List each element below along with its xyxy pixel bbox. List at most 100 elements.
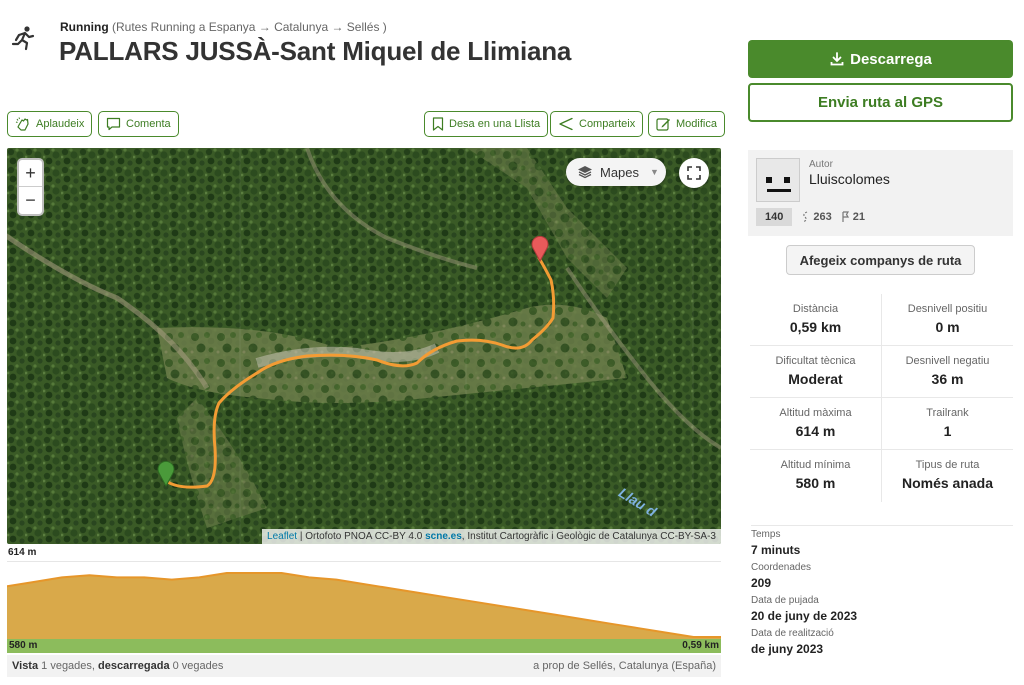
stat-label: Altitud mínima	[780, 459, 851, 471]
elevation-baseline	[7, 639, 721, 653]
breadcrumb[interactable]: (Rutes Running a Espanya → Catalunya → S…	[112, 20, 387, 34]
route-stats: Distància 0,59 km Desnivell positiu 0 m …	[750, 294, 1013, 502]
stat-value: 36 m	[931, 371, 964, 387]
views-stats: Vista 1 vegades, descarregada 0 vegades	[12, 660, 223, 672]
comment-button[interactable]: Comenta	[98, 111, 179, 137]
share-label: Comparteix	[579, 118, 636, 130]
stat-distance: Distància 0,59 km	[750, 294, 882, 345]
stat-max-altitude: Altitud màxima 614 m	[750, 398, 882, 449]
stat-label: Desnivell positiu	[907, 303, 988, 315]
author-name-link[interactable]: Lluiscolomes	[809, 171, 890, 187]
zoom-out-button[interactable]: −	[19, 187, 42, 214]
share-icon	[559, 117, 573, 131]
route-views-bar: Vista 1 vegades, descarregada 0 vegades …	[7, 655, 721, 677]
send-to-gps-button[interactable]: Envia ruta al GPS	[748, 83, 1013, 122]
recorded-date-label: Data de realització	[751, 628, 834, 639]
bookmark-icon	[432, 117, 444, 131]
attribution-text: | Ortofoto PNOA CC-BY 4.0	[297, 531, 426, 542]
author-rank-badge: 140	[756, 208, 793, 226]
layers-icon	[578, 166, 592, 179]
stat-value: Moderat	[788, 371, 843, 387]
elevation-min-label: 580 m	[9, 640, 38, 651]
add-companions-button[interactable]: Afegeix companys de ruta	[786, 245, 975, 275]
save-to-list-label: Desa en una Llista	[449, 118, 541, 130]
applaud-button[interactable]: Aplaudeix	[7, 111, 93, 137]
stat-value: 0 m	[935, 319, 960, 335]
applaud-label: Aplaudeix	[36, 118, 85, 130]
stat-label: Desnivell negatiu	[905, 355, 990, 367]
elevation-distance-label: 0,59 km	[682, 640, 719, 651]
flag-icon	[842, 211, 849, 222]
recorded-date-value: de juny 2023	[751, 642, 824, 656]
downloads-value: 0 vegades	[169, 660, 224, 672]
stat-elevation-gain: Desnivell positiu 0 m	[882, 294, 1013, 345]
stat-trailrank: Trailrank 1	[882, 398, 1013, 449]
route-details: Temps 7 minuts Coordenades 209 Data de p…	[751, 525, 1013, 661]
share-button[interactable]: Comparteix	[550, 111, 644, 137]
edit-button[interactable]: Modifica	[648, 111, 725, 137]
fullscreen-icon	[687, 166, 701, 180]
stat-label: Trailrank	[926, 407, 969, 419]
stat-elevation-loss: Desnivell negatiu 36 m	[882, 346, 1013, 397]
author-stats: 140 263 21	[756, 208, 865, 226]
fullscreen-button[interactable]	[679, 158, 709, 188]
stat-difficulty: Dificultat tècnica Moderat	[750, 346, 882, 397]
avatar[interactable]	[756, 158, 800, 202]
stat-label: Distància	[792, 303, 839, 315]
map-attribution: Leaflet | Ortofoto PNOA CC-BY 4.0 scne.e…	[262, 529, 721, 544]
stat-label: Dificultat tècnica	[775, 355, 856, 367]
clap-icon	[15, 117, 29, 131]
trail-icon	[803, 211, 808, 223]
map-layers-button[interactable]: Mapes ▼	[566, 158, 666, 186]
views-label: Vista	[12, 660, 39, 672]
end-marker-icon[interactable]	[531, 236, 549, 262]
stat-min-altitude: Altitud mínima 580 m	[750, 450, 882, 502]
edit-icon	[656, 118, 670, 131]
route-map[interactable]: Llau d + − Mapes ▼ Leaflet | Ortofoto PN…	[7, 148, 721, 544]
satellite-imagery	[7, 148, 721, 544]
start-marker-icon[interactable]	[157, 461, 175, 487]
author-trails[interactable]: 263	[800, 211, 832, 223]
author-followers[interactable]: 21	[840, 211, 865, 223]
running-icon	[11, 26, 35, 51]
stat-label: Altitud màxima	[779, 407, 852, 419]
location-text[interactable]: a prop de Sellés, Catalunya (España)	[533, 660, 716, 672]
zoom-in-button[interactable]: +	[19, 160, 42, 187]
stat-value: Només anada	[901, 475, 994, 491]
author-trails-count: 263	[813, 211, 832, 223]
page-title: PALLARS JUSSÀ-Sant Miquel de Llimiana	[59, 36, 572, 66]
coordinates-value: 209	[751, 576, 772, 590]
zoom-control: + −	[17, 158, 44, 216]
stat-value: 1	[943, 423, 952, 439]
author-card: Autor Lluiscolomes 140 263 21	[748, 150, 1013, 236]
elevation-profile-chart[interactable]	[7, 562, 721, 639]
attribution-text-rest: , Institut Cartogràfic i Geològic de Cat…	[461, 531, 716, 542]
download-label: Descarrega	[850, 50, 932, 68]
upload-date-label: Data de pujada	[751, 595, 819, 606]
divider	[751, 525, 1013, 526]
coordinates-label: Coordenades	[751, 562, 812, 573]
download-icon	[830, 52, 844, 66]
views-value: 1 vegades,	[38, 660, 99, 672]
elevation-max-label: 614 m	[8, 547, 37, 558]
time-value: 7 minuts	[751, 543, 801, 557]
stat-label: Tipus de ruta	[915, 459, 980, 471]
downloads-label: descarregada	[98, 660, 170, 672]
edit-label: Modifica	[676, 118, 717, 130]
activity-type-link[interactable]: Running	[60, 20, 109, 34]
save-to-list-button[interactable]: Desa en una Llista	[424, 111, 549, 137]
leaflet-link[interactable]: Leaflet	[267, 531, 297, 542]
stat-value: 0,59 km	[789, 319, 842, 335]
time-label: Temps	[751, 529, 781, 540]
download-button[interactable]: Descarrega	[748, 40, 1013, 78]
comment-label: Comenta	[126, 118, 171, 130]
map-layers-label: Mapes	[600, 164, 640, 180]
upload-date-value: 20 de juny de 2023	[751, 609, 858, 623]
stat-route-type: Tipus de ruta Només anada	[882, 450, 1013, 502]
stat-value: 580 m	[795, 475, 836, 491]
stat-value: 614 m	[795, 423, 836, 439]
elevation-area	[7, 573, 721, 639]
author-label: Autor	[809, 159, 833, 170]
chevron-down-icon: ▼	[650, 167, 659, 177]
scne-link[interactable]: scne.es	[425, 531, 462, 542]
